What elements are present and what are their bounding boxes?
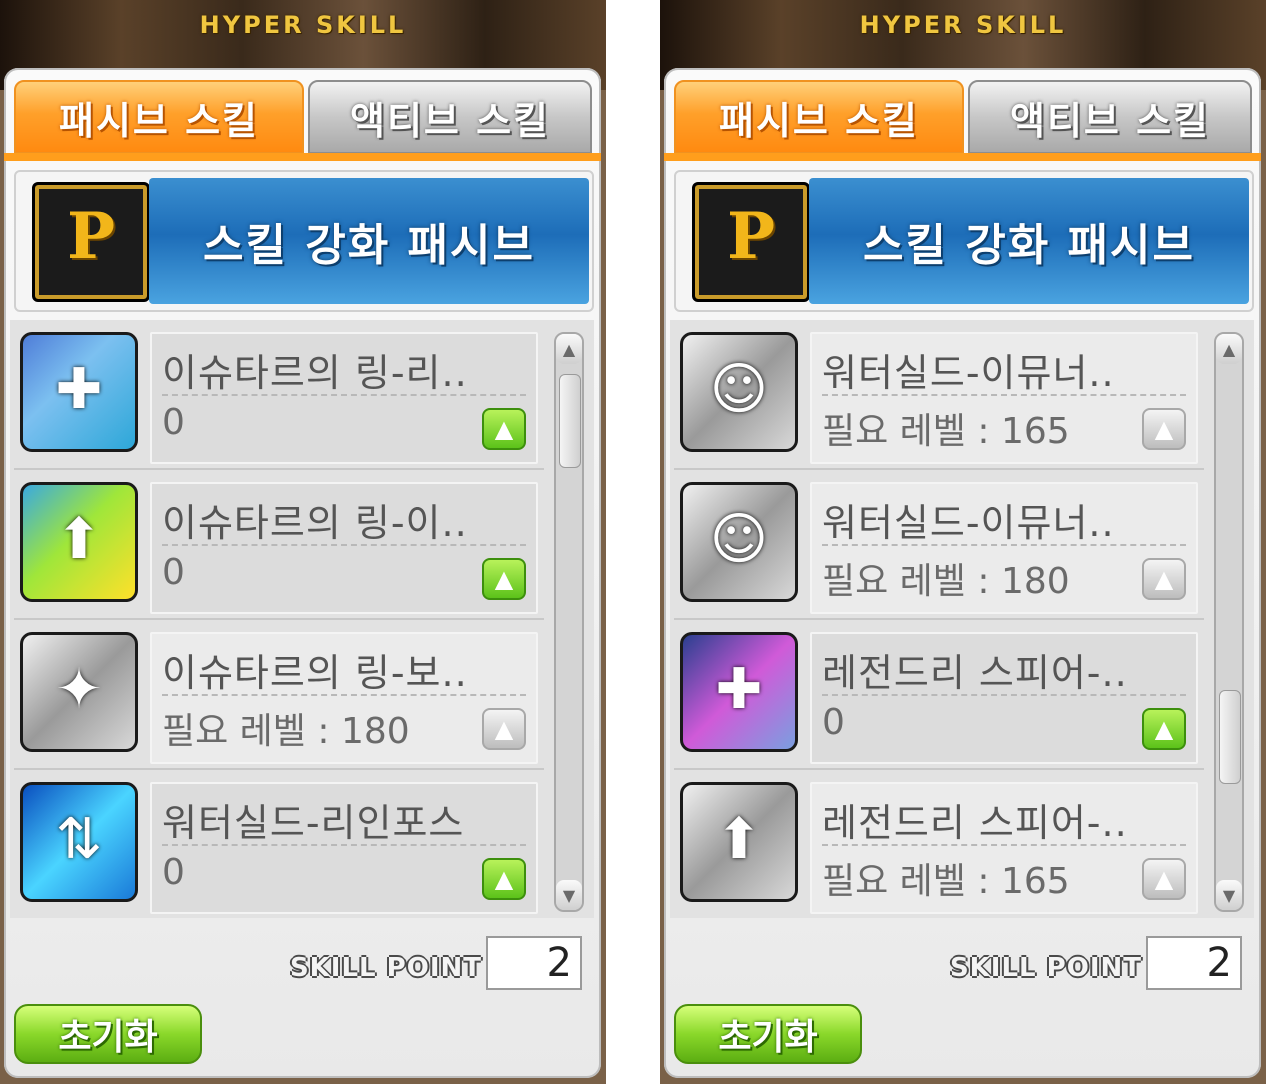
skill-level: 0: [822, 702, 845, 743]
skill-list-scrollbar[interactable]: ▲ ▼: [1214, 332, 1244, 912]
skill-name: 이슈타르의 링-이..: [162, 492, 526, 546]
skill-row[interactable]: ✚ 레전드리 스피어-.. 0 ▲: [674, 626, 1204, 770]
skill-level: 0: [162, 552, 185, 593]
skill-row[interactable]: ☺ 워터실드-이뮤너.. 필요 레벨 : 180 ▲: [674, 476, 1204, 620]
tab-divider: [4, 153, 601, 161]
skill-row[interactable]: ☺ 워터실드-이뮤너.. 필요 레벨 : 165 ▲: [674, 326, 1204, 470]
level-up-button[interactable]: ▲: [1142, 708, 1186, 750]
category-header: P 스킬 강화 패시브: [674, 170, 1254, 312]
ring-extra-icon[interactable]: ⬆: [20, 482, 138, 602]
skill-name: 이슈타르의 링-리..: [162, 342, 526, 396]
skill-info: 워터실드-이뮤너.. 필요 레벨 : 180 ▲: [810, 482, 1198, 614]
scroll-thumb[interactable]: [559, 374, 581, 468]
skill-list: ✚ 이슈타르의 링-리.. 0 ▲ ⬆ 이슈타르의 링-이.. 0 ▲ ✦ 이슈…: [10, 320, 594, 918]
legendary-spear-icon[interactable]: ✚: [680, 632, 798, 752]
skill-row[interactable]: ✚ 이슈타르의 링-리.. 0 ▲: [14, 326, 544, 470]
watershield-immune-icon[interactable]: ☺: [680, 332, 798, 452]
scroll-up-arrow-icon[interactable]: ▲: [1216, 334, 1242, 364]
skill-list-scrollbar[interactable]: ▲ ▼: [554, 332, 584, 912]
skill-point-value: 2: [1146, 936, 1242, 990]
skill-list: ☺ 워터실드-이뮤너.. 필요 레벨 : 165 ▲ ☺ 워터실드-이뮤너.. …: [670, 320, 1254, 918]
skill-name: 레전드리 스피어-..: [822, 642, 1186, 696]
skill-point-label: SKILL POINT: [949, 953, 1142, 983]
skill-name: 레전드리 스피어-..: [822, 792, 1186, 846]
level-up-button[interactable]: ▲: [482, 858, 526, 900]
tab-passive-skill[interactable]: 패시브 스킬: [674, 80, 964, 154]
level-up-button-disabled: ▲: [1142, 858, 1186, 900]
level-up-button[interactable]: ▲: [482, 408, 526, 450]
tab-passive-skill[interactable]: 패시브 스킬: [14, 80, 304, 154]
reset-button[interactable]: 초기화: [674, 1004, 862, 1064]
ring-boss-icon[interactable]: ✦: [20, 632, 138, 752]
skill-row[interactable]: ⬆ 이슈타르의 링-이.. 0 ▲: [14, 476, 544, 620]
tab-active-skill[interactable]: 액티브 스킬: [968, 80, 1252, 154]
scroll-thumb[interactable]: [1219, 690, 1241, 784]
skill-level: 0: [162, 852, 185, 893]
skill-level: 필요 레벨 : 165: [822, 411, 1070, 452]
tab-divider: [664, 153, 1261, 161]
skill-level: 0: [162, 402, 185, 443]
skill-level: 필요 레벨 : 180: [822, 561, 1070, 602]
passive-book-icon: P: [32, 182, 150, 302]
ring-reinforce-icon[interactable]: ✚: [20, 332, 138, 452]
skill-name: 워터실드-이뮤너..: [822, 492, 1186, 546]
hyper-skill-window-right: HYPER SKILL 패시브 스킬 액티브 스킬 P 스킬 강화 패시브 ☺ …: [660, 0, 1266, 1084]
passive-book-icon: P: [692, 182, 810, 302]
reset-button[interactable]: 초기화: [14, 1004, 202, 1064]
skill-point-label: SKILL POINT: [289, 953, 482, 983]
watershield-immune-icon[interactable]: ☺: [680, 482, 798, 602]
window-title: HYPER SKILL: [859, 11, 1067, 39]
skill-row[interactable]: ⬆ 레전드리 스피어-.. 필요 레벨 : 165 ▲: [674, 776, 1204, 918]
skill-info: 레전드리 스피어-.. 0 ▲: [810, 632, 1198, 764]
tab-active-skill[interactable]: 액티브 스킬: [308, 80, 592, 154]
skill-info: 워터실드-이뮤너.. 필요 레벨 : 165 ▲: [810, 332, 1198, 464]
level-up-button-disabled: ▲: [482, 708, 526, 750]
skill-name: 워터실드-리인포스: [162, 792, 526, 846]
skill-name: 워터실드-이뮤너..: [822, 342, 1186, 396]
scroll-down-arrow-icon[interactable]: ▼: [1216, 880, 1242, 910]
skill-info: 이슈타르의 링-이.. 0 ▲: [150, 482, 538, 614]
skill-info: 레전드리 스피어-.. 필요 레벨 : 165 ▲: [810, 782, 1198, 914]
scroll-up-arrow-icon[interactable]: ▲: [556, 334, 582, 364]
hyper-skill-window-left: HYPER SKILL 패시브 스킬 액티브 스킬 P 스킬 강화 패시브 ✚ …: [0, 0, 606, 1084]
scroll-down-arrow-icon[interactable]: ▼: [556, 880, 582, 910]
window-title: HYPER SKILL: [199, 11, 407, 39]
level-up-button-disabled: ▲: [1142, 558, 1186, 600]
skill-point-value: 2: [486, 936, 582, 990]
category-title: 스킬 강화 패시브: [149, 178, 589, 304]
skill-level: 필요 레벨 : 165: [822, 861, 1070, 902]
skill-info: 워터실드-리인포스 0 ▲: [150, 782, 538, 914]
legendary-spear-icon[interactable]: ⬆: [680, 782, 798, 902]
skill-name: 이슈타르의 링-보..: [162, 642, 526, 696]
category-header: P 스킬 강화 패시브: [14, 170, 594, 312]
level-up-button[interactable]: ▲: [482, 558, 526, 600]
skill-level: 필요 레벨 : 180: [162, 711, 410, 752]
level-up-button-disabled: ▲: [1142, 408, 1186, 450]
skill-info: 이슈타르의 링-리.. 0 ▲: [150, 332, 538, 464]
watershield-reinforce-icon[interactable]: ⇅: [20, 782, 138, 902]
category-title: 스킬 강화 패시브: [809, 178, 1249, 304]
skill-row[interactable]: ✦ 이슈타르의 링-보.. 필요 레벨 : 180 ▲: [14, 626, 544, 770]
skill-row[interactable]: ⇅ 워터실드-리인포스 0 ▲: [14, 776, 544, 918]
skill-info: 이슈타르의 링-보.. 필요 레벨 : 180 ▲: [150, 632, 538, 764]
